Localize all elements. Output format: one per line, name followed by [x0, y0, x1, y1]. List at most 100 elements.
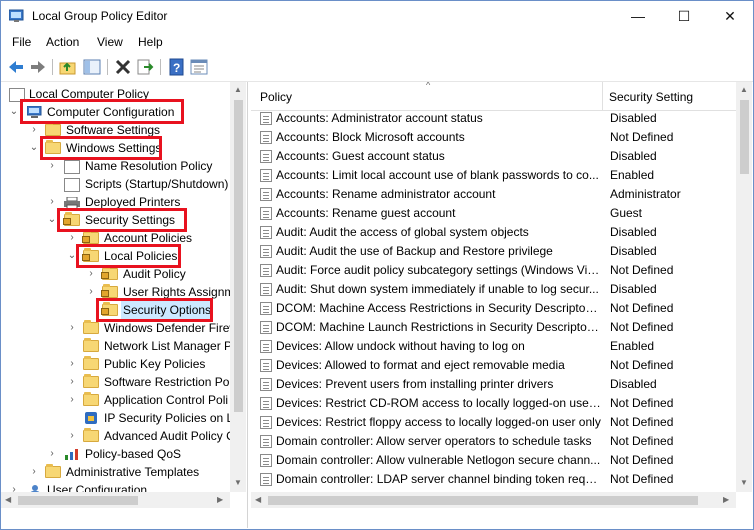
tree-item-advanced-audit-policy[interactable]: › Advanced Audit Policy C [1, 427, 235, 445]
close-button[interactable]: ✕ [707, 1, 753, 31]
chevron-right-icon[interactable]: › [29, 463, 39, 481]
scroll-thumb[interactable] [18, 496, 138, 505]
policy-name: Audit: Audit the use of Backup and Resto… [276, 244, 553, 258]
chevron-down-icon[interactable]: ⌄ [47, 211, 57, 229]
policy-row[interactable]: Domain controller: LDAP server channel b… [251, 470, 737, 492]
policy-row[interactable]: Accounts: Limit local account use of bla… [251, 166, 737, 185]
tree-item-label: Public Key Policies [104, 357, 206, 371]
chevron-right-icon[interactable]: › [86, 283, 96, 301]
policy-row[interactable]: Domain controller: Allow vulnerable Netl… [251, 451, 737, 470]
up-folder-icon[interactable] [58, 57, 78, 77]
scroll-thumb[interactable] [234, 100, 243, 412]
chevron-down-icon[interactable]: ⌄ [29, 139, 39, 157]
menu-view[interactable]: View [97, 35, 123, 49]
forward-icon[interactable] [28, 57, 48, 77]
policy-row[interactable]: Devices: Restrict floppy access to local… [251, 413, 737, 432]
policy-row[interactable]: Devices: Allowed to format and eject rem… [251, 356, 737, 375]
scroll-right-icon[interactable]: ▶ [217, 495, 223, 504]
maximize-button[interactable]: ☐ [661, 1, 707, 31]
policy-row[interactable]: Devices: Restrict CD-ROM access to local… [251, 394, 737, 413]
policy-row[interactable]: Accounts: Rename administrator account Ad… [251, 185, 737, 204]
tree-item-application-control-policies[interactable]: › Application Control Poli [1, 391, 230, 409]
policy-row[interactable]: Audit: Force audit policy subcategory se… [251, 261, 737, 280]
export-list-icon[interactable] [135, 57, 155, 77]
policy-row[interactable]: DCOM: Machine Access Restrictions in Sec… [251, 299, 737, 318]
chevron-right-icon[interactable]: › [67, 391, 77, 409]
policy-name: Accounts: Rename administrator account [276, 187, 496, 201]
list-horizontal-scrollbar[interactable]: ◀ ▶ [251, 492, 736, 508]
policy-row[interactable]: Accounts: Administrator account status Di… [251, 109, 737, 128]
tree-vertical-scrollbar[interactable]: ▲ ▼ [230, 82, 246, 492]
policy-name: Accounts: Limit local account use of bla… [276, 168, 599, 182]
title-bar[interactable]: Local Group Policy Editor — ☐ ✕ [1, 1, 753, 31]
policy-icon [260, 131, 272, 144]
policy-row[interactable]: Accounts: Block Microsoft accounts Not De… [251, 128, 737, 147]
chevron-right-icon[interactable]: › [67, 355, 77, 373]
chevron-right-icon[interactable]: › [67, 373, 77, 391]
tree-item-label: IP Security Policies on L [104, 411, 234, 425]
menu-action[interactable]: Action [46, 35, 79, 49]
document-icon [64, 160, 80, 174]
scroll-down-icon[interactable]: ▼ [234, 478, 242, 487]
tree-item-user-configuration[interactable]: › User Configuration [1, 481, 230, 492]
policy-icon [260, 283, 272, 296]
scroll-down-icon[interactable]: ▼ [740, 478, 748, 487]
policy-row[interactable]: Audit: Audit the access of global system… [251, 223, 737, 242]
menu-file[interactable]: File [12, 35, 31, 49]
list-vertical-scrollbar[interactable]: ▲ ▼ [736, 82, 752, 492]
chevron-right-icon[interactable]: › [47, 445, 57, 463]
tree-item-network-list-manager[interactable]: Network List Manager P [1, 337, 232, 355]
tree-item-ip-security-policies[interactable]: IP Security Policies on L [1, 409, 234, 427]
policy-list[interactable]: ^ Policy Security Setting Accounts: Admi… [251, 82, 753, 528]
secure-folder-icon [101, 284, 118, 298]
scroll-left-icon[interactable]: ◀ [255, 495, 261, 504]
tree-item-policy-based-qos[interactable]: › Policy-based QoS [1, 445, 230, 463]
policy-setting: Not Defined [610, 358, 674, 372]
tree-item-scripts[interactable]: Scripts (Startup/Shutdown) [1, 175, 230, 193]
show-hide-tree-icon[interactable] [82, 57, 102, 77]
policy-name: Audit: Force audit policy subcategory se… [276, 263, 601, 277]
tree-item-administrative-templates[interactable]: › Administrative Templates [1, 463, 230, 481]
scroll-up-icon[interactable]: ▲ [234, 85, 242, 94]
policy-setting: Not Defined [610, 415, 674, 429]
chevron-right-icon[interactable]: › [9, 481, 19, 492]
policy-row[interactable]: Audit: Audit the use of Backup and Resto… [251, 242, 737, 261]
tree-item-public-key-policies[interactable]: › Public Key Policies [1, 355, 230, 373]
chevron-right-icon[interactable]: › [47, 193, 57, 211]
scroll-right-icon[interactable]: ▶ [723, 495, 729, 504]
chevron-down-icon[interactable]: ⌄ [9, 103, 19, 121]
policy-name: Audit: Shut down system immediately if u… [276, 282, 599, 296]
chevron-right-icon[interactable]: › [67, 427, 77, 445]
policy-row[interactable]: Accounts: Rename guest account Guest [251, 204, 737, 223]
policy-row[interactable]: Domain controller: Allow server operator… [251, 432, 737, 451]
column-header-security-setting[interactable]: Security Setting [609, 90, 693, 104]
policy-row[interactable]: Audit: Shut down system immediately if u… [251, 280, 737, 299]
chevron-right-icon[interactable]: › [67, 319, 77, 337]
delete-icon[interactable] [113, 57, 133, 77]
menu-help[interactable]: Help [138, 35, 163, 49]
policy-row[interactable]: DCOM: Machine Launch Restrictions in Sec… [251, 318, 737, 337]
tree-horizontal-scrollbar[interactable]: ◀ ▶ [1, 492, 230, 508]
tree-item-software-restriction-policies[interactable]: › Software Restriction Poli [1, 373, 235, 391]
scroll-thumb[interactable] [740, 100, 749, 174]
policy-setting: Enabled [610, 168, 655, 182]
folder-icon [45, 122, 61, 136]
properties-icon[interactable] [189, 57, 209, 77]
policy-setting: Not Defined [610, 301, 674, 315]
policy-row[interactable]: Devices: Prevent users from installing p… [251, 375, 737, 394]
column-header-policy[interactable]: Policy [260, 90, 292, 104]
policy-name: Accounts: Rename guest account [276, 206, 456, 220]
back-icon[interactable] [6, 57, 26, 77]
scroll-up-icon[interactable]: ▲ [740, 85, 748, 94]
column-divider[interactable] [602, 82, 603, 110]
policy-setting: Not Defined [610, 453, 674, 467]
policy-setting: Disabled [610, 244, 657, 258]
policy-row[interactable]: Accounts: Guest account status Disabled [251, 147, 737, 166]
help-icon[interactable]: ? [167, 57, 187, 77]
console-tree[interactable]: Local Computer Policy ⌄ Computer Configu… [1, 82, 248, 528]
policy-icon [260, 302, 272, 315]
scroll-thumb[interactable] [268, 496, 698, 505]
minimize-button[interactable]: — [615, 1, 661, 31]
scroll-left-icon[interactable]: ◀ [5, 495, 11, 504]
policy-row[interactable]: Devices: Allow undock without having to … [251, 337, 737, 356]
